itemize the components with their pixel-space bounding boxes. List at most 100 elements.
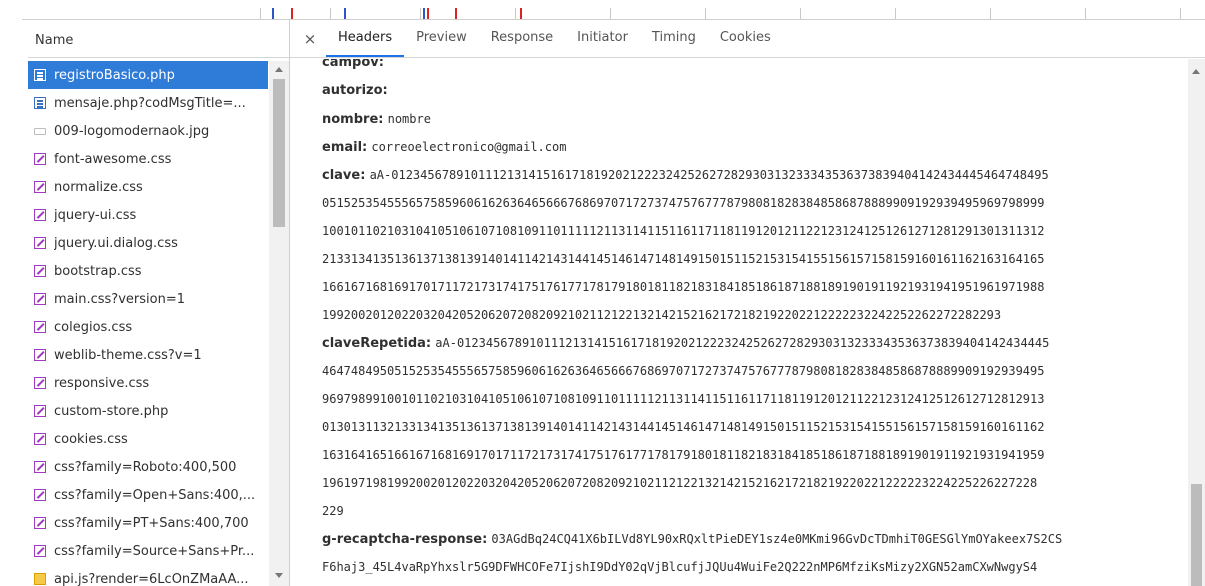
field-value-continuation: F6haj3_45L4vaRpYhxslr5G9DFWHCOFe7IjshI9D…: [322, 560, 1038, 574]
request-row[interactable]: normalize.css: [28, 173, 268, 201]
request-row[interactable]: cookies.css: [28, 425, 268, 453]
tab-timing[interactable]: Timing: [640, 20, 708, 57]
request-list: registroBasico.php mensaje.php?codMsgTit…: [28, 61, 290, 586]
stylesheet-icon: [34, 405, 46, 417]
request-name: font-awesome.css: [54, 151, 172, 167]
tab-initiator[interactable]: Initiator: [565, 20, 640, 57]
image-icon: [34, 127, 46, 135]
stylesheet-icon: [34, 433, 46, 445]
field-key: nombre:: [322, 112, 384, 127]
tab-cookies[interactable]: Cookies: [708, 20, 783, 57]
request-row[interactable]: weblib-theme.css?v=1: [28, 341, 268, 369]
request-name: jquery-ui.css: [54, 207, 137, 223]
field-value-continuation: 2133134135136137138139140141142143144145…: [322, 252, 1045, 266]
request-name: normalize.css: [54, 179, 143, 195]
field-value-continuation: 0515253545556575859606162636465666768697…: [322, 196, 1045, 210]
scrollbar-thumb[interactable]: [1191, 484, 1202, 586]
request-row[interactable]: main.css?version=1: [28, 285, 268, 313]
tab-preview[interactable]: Preview: [404, 20, 479, 57]
field-value-continuation: 1961971981992002012022032042052062072082…: [322, 476, 1038, 490]
name-column-header[interactable]: Name: [28, 20, 289, 58]
stylesheet-icon: [34, 545, 46, 557]
form-field-row: claveRepetida: aA-0123456789101112131415…: [322, 329, 1188, 357]
field-value-continuation: 1661671681691701711721731741751761771781…: [322, 280, 1045, 294]
document-icon: [34, 69, 46, 81]
request-name: api.js?render=6LcOnZMaAA...: [54, 571, 249, 586]
field-value-continuation: 0130131132133134135136137138139140141142…: [322, 420, 1045, 434]
request-row[interactable]: css?family=PT+Sans:400,700: [28, 509, 268, 537]
field-value: aA-0123456789101112131415161718192021222…: [369, 168, 1049, 182]
close-icon[interactable]: ×: [300, 20, 320, 57]
field-key: clave:: [322, 168, 366, 183]
request-name: jquery.ui.dialog.css: [54, 235, 178, 251]
request-row[interactable]: font-awesome.css: [28, 145, 268, 173]
script-icon: [34, 573, 46, 585]
request-row[interactable]: mensaje.php?codMsgTitle=...: [28, 89, 268, 117]
form-field-row: campov:: [322, 59, 1188, 77]
left-gutter: [0, 20, 28, 586]
stylesheet-icon: [34, 153, 46, 165]
request-detail-panel: × Headers Preview Response Initiator Tim…: [290, 20, 1205, 586]
stylesheet-icon: [34, 209, 46, 221]
field-key: email:: [322, 140, 368, 155]
request-row[interactable]: css?family=Open+Sans:400,...: [28, 481, 268, 509]
request-row[interactable]: jquery.ui.dialog.css: [28, 229, 268, 257]
field-value-continuation: 9697989910010110210310410510610710810911…: [322, 392, 1045, 406]
request-name: 009-logomodernaok.jpg: [54, 123, 210, 139]
field-value: 03AGdBq24CQ41X6bILVd8YL90xRQxltPieDEY1sz…: [491, 532, 1063, 546]
field-key: g-recaptcha-response:: [322, 532, 488, 547]
request-name: colegios.css: [54, 319, 133, 335]
form-data-content: campov: autorizo: nombre: nombre email: …: [290, 59, 1188, 586]
request-name: main.css?version=1: [54, 291, 185, 307]
request-name: responsive.css: [54, 375, 150, 391]
detail-scrollbar[interactable]: [1188, 59, 1205, 586]
request-row[interactable]: 009-logomodernaok.jpg: [28, 117, 268, 145]
field-key: autorizo:: [322, 83, 388, 98]
request-name: css?family=Open+Sans:400,...: [54, 487, 256, 503]
scroll-up-arrow-icon[interactable]: [1192, 69, 1200, 74]
request-row[interactable]: custom-store.php: [28, 397, 268, 425]
request-name: registroBasico.php: [54, 67, 175, 83]
field-value-continuation: 4647484950515253545556575859606162636465…: [322, 364, 1045, 378]
field-key: campov:: [322, 59, 384, 70]
form-field-row: nombre: nombre: [322, 105, 1188, 133]
stylesheet-icon: [34, 377, 46, 389]
scroll-up-arrow-icon[interactable]: [275, 67, 283, 72]
request-row[interactable]: colegios.css: [28, 313, 268, 341]
scrollbar-thumb[interactable]: [273, 79, 285, 227]
request-name: css?family=PT+Sans:400,700: [54, 515, 249, 531]
detail-tabbar: × Headers Preview Response Initiator Tim…: [290, 20, 1205, 58]
form-field-row: email: correoelectronico@gmail.com: [322, 133, 1188, 161]
stylesheet-icon: [34, 321, 46, 333]
request-name: cookies.css: [54, 431, 128, 447]
form-field-row: clave: aA-012345678910111213141516171819…: [322, 161, 1188, 189]
tab-headers[interactable]: Headers: [326, 20, 405, 57]
scroll-down-arrow-icon[interactable]: [275, 573, 283, 578]
field-value: nombre: [387, 112, 431, 126]
request-name: css?family=Source+Sans+Pr...: [54, 543, 255, 559]
request-name: mensaje.php?codMsgTitle=...: [54, 95, 246, 111]
stylesheet-icon: [34, 237, 46, 249]
request-name: custom-store.php: [54, 403, 169, 419]
request-row[interactable]: css?family=Roboto:400,500: [28, 453, 268, 481]
request-row[interactable]: jquery-ui.css: [28, 201, 268, 229]
field-value-continuation: 229: [322, 504, 344, 518]
stylesheet-icon: [34, 461, 46, 473]
tab-response[interactable]: Response: [479, 20, 565, 57]
field-key: claveRepetida:: [322, 336, 432, 351]
request-row[interactable]: responsive.css: [28, 369, 268, 397]
form-field-row: autorizo:: [322, 77, 1188, 105]
form-field-row: g-recaptcha-response: 03AGdBq24CQ41X6bIL…: [322, 525, 1188, 553]
request-row[interactable]: bootstrap.css: [28, 257, 268, 285]
stylesheet-icon: [34, 489, 46, 501]
stylesheet-icon: [34, 265, 46, 277]
request-list-scrollbar[interactable]: [269, 61, 289, 586]
stylesheet-icon: [34, 181, 46, 193]
request-name: bootstrap.css: [54, 263, 142, 279]
stylesheet-icon: [34, 349, 46, 361]
request-row[interactable]: css?family=Source+Sans+Pr...: [28, 537, 268, 565]
field-value-continuation: 1001011021031041051061071081091101111121…: [322, 224, 1045, 238]
request-row[interactable]: registroBasico.php: [28, 61, 268, 89]
request-row[interactable]: api.js?render=6LcOnZMaAA...: [28, 565, 268, 586]
request-list-panel: Name registroBasico.php mensaje.php?codM…: [28, 20, 290, 586]
